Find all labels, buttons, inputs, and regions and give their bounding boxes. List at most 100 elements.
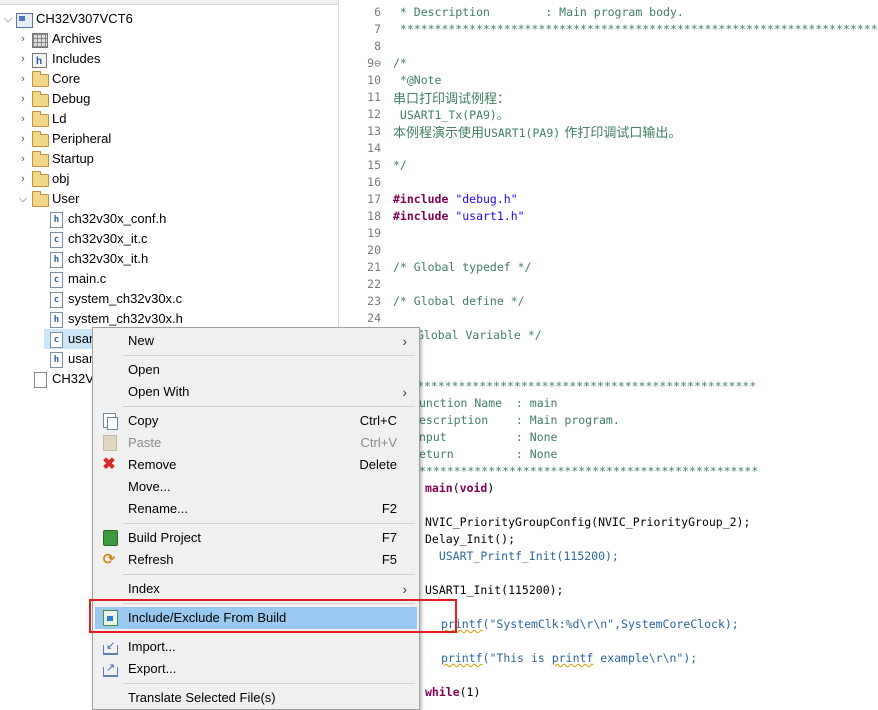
menu-separator	[123, 523, 415, 524]
line-number: 21	[367, 260, 381, 274]
folder-icon	[32, 91, 49, 107]
menu-item-label: Rename...	[128, 501, 188, 516]
code-line: /* Global typedef */	[393, 260, 532, 274]
menu-item-open[interactable]: Open	[95, 359, 417, 381]
menu-item-move[interactable]: Move...	[95, 476, 417, 498]
line-number: 16	[367, 175, 381, 189]
tree-item-label: Includes	[52, 51, 101, 66]
tree-item-debug[interactable]: › Debug	[0, 89, 338, 109]
code-text: 作打印调试口输出。	[560, 126, 682, 141]
c-file-icon: c	[50, 332, 63, 348]
tree-item-file[interactable]: h usar	[0, 349, 93, 369]
folder-icon	[32, 151, 49, 167]
tree-item-label: system_ch32v30x.h	[68, 311, 183, 326]
line-number: 22	[367, 277, 381, 291]
tree-item-label: Peripheral	[52, 131, 112, 146]
menu-item-label: Remove	[128, 457, 177, 472]
code-line: Global Variable */	[417, 328, 542, 342]
header-file-icon: h	[50, 312, 63, 328]
line-number: 7	[374, 22, 381, 36]
folder-open-icon	[32, 191, 49, 207]
chevron-right-icon[interactable]: ›	[18, 29, 28, 49]
line-number: 11	[367, 90, 381, 104]
menu-item-rename[interactable]: Rename... F2	[95, 498, 417, 520]
chevron-right-icon[interactable]: ›	[18, 89, 28, 109]
code-keyword: main	[425, 481, 453, 495]
line-number: 13	[367, 124, 381, 138]
code-keyword: #include	[393, 192, 449, 206]
c-file-icon: c	[50, 292, 63, 308]
line-number: 15	[367, 158, 381, 172]
menu-item-new[interactable]: New ›	[95, 330, 417, 352]
menu-item-copy[interactable]: Copy Ctrl+C	[95, 410, 417, 432]
chevron-right-icon[interactable]: ›	[18, 109, 28, 129]
tree-item-file-selected[interactable]: c usar	[44, 329, 93, 349]
code-line: nput : None	[419, 430, 558, 444]
line-number: 17	[367, 192, 381, 206]
chevron-down-icon[interactable]: ⌵	[3, 9, 13, 29]
c-file-icon: c	[50, 232, 63, 248]
menu-item-index[interactable]: Index ›	[95, 578, 417, 600]
folder-icon	[32, 71, 49, 87]
file-icon	[34, 372, 47, 388]
tree-item-label: Debug	[52, 91, 91, 106]
menu-shortcut: F2	[381, 501, 397, 516]
code-line: /* Global define */	[393, 294, 525, 308]
tree-item-label: ch32v30x_conf.h	[68, 211, 167, 226]
tree-item-file[interactable]: c ch32v30x_it.c	[0, 229, 338, 249]
menu-item-label: Paste	[128, 435, 162, 450]
code-line: */	[393, 158, 407, 172]
tree-item-file[interactable]: h system_ch32v30x.h	[0, 309, 338, 329]
archive-icon	[32, 33, 48, 48]
copy-icon	[103, 413, 118, 430]
line-number: 18	[367, 209, 381, 223]
code-function: printf	[441, 651, 483, 665]
menu-item-import[interactable]: Import...	[95, 635, 417, 658]
line-number: 24	[367, 311, 381, 325]
tree-item-archives[interactable]: › Archives	[0, 29, 338, 49]
tree-item-label: ch32v30x_it.h	[68, 251, 149, 266]
tree-item-file[interactable]: c system_ch32v30x.c	[0, 289, 338, 309]
chevron-right-icon[interactable]: ›	[18, 169, 28, 189]
chevron-down-icon[interactable]: ⌵	[18, 189, 28, 209]
menu-item-translate-selected-files[interactable]: Translate Selected File(s)	[95, 687, 417, 709]
tree-item-file[interactable]: h ch32v30x_conf.h	[0, 209, 338, 229]
line-number: 8	[374, 39, 381, 53]
chevron-right-icon[interactable]: ›	[18, 69, 28, 89]
tree-item-label: main.c	[68, 271, 107, 286]
menu-item-open-with[interactable]: Open With ›	[95, 381, 417, 403]
code-line: USART_Printf_Init(115200);	[425, 549, 619, 563]
menu-item-export[interactable]: Export...	[95, 657, 417, 680]
code-line: unction Name : main	[419, 396, 558, 410]
code-line: escription : Main program.	[419, 413, 620, 427]
menu-item-remove[interactable]: ✖ Remove Delete	[95, 454, 417, 476]
chevron-right-icon[interactable]: ›	[18, 149, 28, 169]
tree-item-project[interactable]: ⌵ CH32V307VCT6	[0, 9, 338, 29]
tree-item-includes[interactable]: › Includes	[0, 49, 338, 72]
chevron-right-icon[interactable]: ›	[18, 49, 28, 69]
menu-item-label: Index	[128, 581, 160, 596]
paste-icon	[103, 435, 117, 451]
build-icon	[103, 530, 118, 546]
tree-item-core[interactable]: › Core	[0, 69, 338, 89]
tree-item-startup[interactable]: › Startup	[0, 149, 338, 169]
code-line: #include "debug.h"	[393, 192, 518, 206]
tree-item-ld[interactable]: › Ld	[0, 109, 338, 129]
tree-item-file[interactable]: c main.c	[0, 269, 338, 289]
menu-item-build-project[interactable]: Build Project F7	[95, 527, 417, 549]
tree-item-file[interactable]: h ch32v30x_it.h	[0, 249, 338, 269]
tree-item-obj[interactable]: › obj	[0, 169, 338, 189]
menu-item-refresh[interactable]: ⟳ Refresh F5	[95, 549, 417, 571]
context-menu: New › Open Open With › Copy Ctrl+C Paste…	[92, 327, 420, 710]
chevron-right-icon[interactable]: ›	[18, 129, 28, 149]
menu-item-paste[interactable]: Paste Ctrl+V	[95, 432, 417, 454]
tree-item-file[interactable]: CH32V	[0, 369, 94, 389]
import-icon	[103, 635, 118, 657]
delete-x-icon: ✖	[102, 456, 116, 473]
tree-item-user[interactable]: ⌵ User	[0, 189, 338, 209]
code-string: "usart1.h"	[448, 209, 525, 223]
menu-separator	[123, 683, 415, 684]
tree-item-peripheral[interactable]: › Peripheral	[0, 129, 338, 149]
menu-item-label: New	[128, 333, 155, 348]
submenu-arrow-icon: ›	[402, 384, 407, 400]
